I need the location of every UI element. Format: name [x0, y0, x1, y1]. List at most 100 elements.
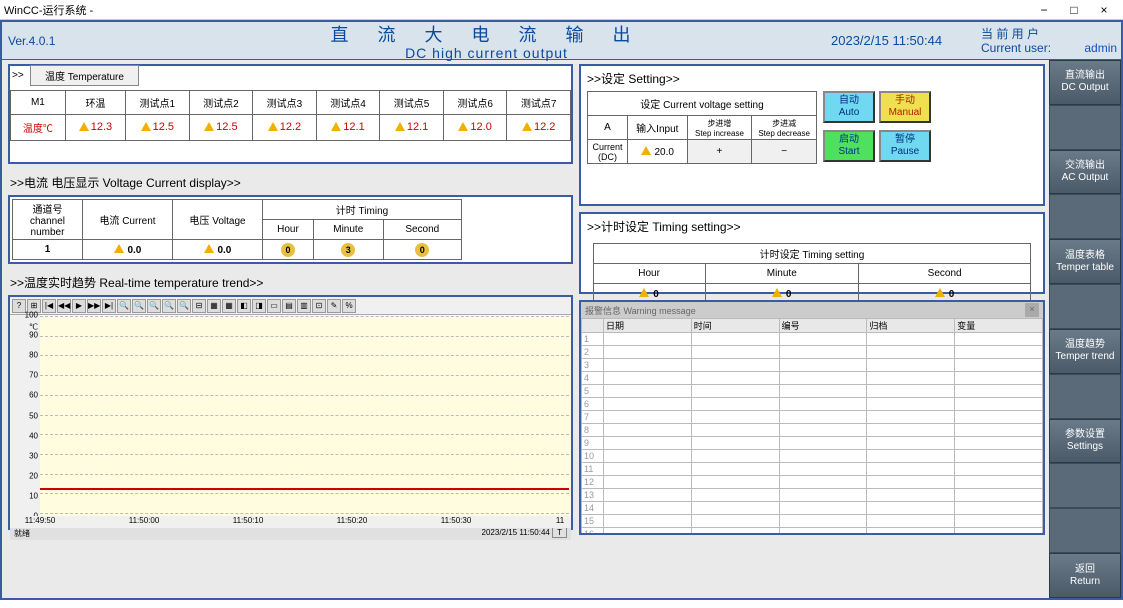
alarm-cell	[955, 411, 1043, 424]
temp-col-header: 测试点1	[126, 91, 190, 115]
minimize-button[interactable]: −	[1029, 3, 1059, 17]
alarm-cell	[867, 463, 955, 476]
username: admin	[1054, 41, 1117, 55]
toolbar-icon[interactable]: %	[342, 299, 356, 313]
table-row[interactable]: 5	[582, 385, 1043, 398]
table-row[interactable]: 15	[582, 515, 1043, 528]
page-title-en: DC high current output	[142, 45, 831, 61]
table-row[interactable]: 6	[582, 398, 1043, 411]
alarm-cell	[691, 502, 779, 515]
current-dc-value[interactable]: 20.0	[627, 140, 687, 164]
alarm-cell	[779, 411, 867, 424]
toolbar-icon[interactable]: ✎	[327, 299, 341, 313]
close-button[interactable]: ×	[1089, 3, 1119, 17]
alarm-close-icon[interactable]: ×	[1025, 303, 1039, 317]
alarm-cell	[955, 476, 1043, 489]
maximize-button[interactable]: □	[1059, 3, 1089, 17]
toolbar-icon[interactable]: ⊡	[312, 299, 326, 313]
table-row[interactable]: 7	[582, 411, 1043, 424]
nav-button-ac-output[interactable]: 交流输出AC Output	[1049, 150, 1121, 195]
alarm-cell	[867, 502, 955, 515]
temperature-tab[interactable]: 温度 Temperature	[30, 65, 139, 86]
zoom-icon[interactable]: 🔍	[147, 299, 161, 313]
alarm-cell	[779, 528, 867, 534]
nav-spacer	[1049, 374, 1121, 419]
chart-toolbar: ? ⊞ |◀ ◀◀ ▶ ▶▶ ▶| 🔍 🔍 🔍 🔍 🔍 ⊟ ▦ ▦ ◧	[10, 297, 571, 315]
alarm-table-scroll[interactable]: 日期时间编号归档变量12345678910111213141516171819	[581, 318, 1043, 533]
last-icon[interactable]: ▶|	[102, 299, 116, 313]
chart-status-left: 就绪	[14, 528, 30, 540]
nav-button-dc-output[interactable]: 直流输出DC Output	[1049, 60, 1121, 105]
ff-icon[interactable]: ▶▶	[87, 299, 101, 313]
toolbar-icon[interactable]: ▦	[207, 299, 221, 313]
table-row[interactable]: 11	[582, 463, 1043, 476]
zoom-in-icon[interactable]: 🔍	[117, 299, 131, 313]
table-row[interactable]: 2	[582, 346, 1043, 359]
toolbar-icon[interactable]: ◨	[252, 299, 266, 313]
user-box: 当 前 用 户 Current user: admin	[981, 27, 1121, 55]
alarm-cell	[691, 398, 779, 411]
alarm-cell	[955, 398, 1043, 411]
table-row[interactable]: 13	[582, 489, 1043, 502]
right-nav: 直流输出DC Output 交流输出AC Output 温度表格Temper tab…	[1049, 60, 1121, 598]
table-row[interactable]: 10	[582, 450, 1043, 463]
alarm-cell	[779, 515, 867, 528]
page-title-cn: 直 流 大 电 流 输 出	[142, 21, 831, 47]
zoom-icon[interactable]: 🔍	[162, 299, 176, 313]
timing-header: 计时 Timing	[263, 200, 462, 220]
play-icon[interactable]: ▶	[72, 299, 86, 313]
alarm-cell	[867, 411, 955, 424]
zoom-out-icon[interactable]: 🔍	[132, 299, 146, 313]
alarm-cell	[955, 502, 1043, 515]
ruler-icon[interactable]: ⊟	[192, 299, 206, 313]
alarm-cell	[955, 372, 1043, 385]
step-increase-button[interactable]: +	[687, 140, 752, 164]
table-row[interactable]: 8	[582, 424, 1043, 437]
toolbar-icon[interactable]: ▭	[267, 299, 281, 313]
toolbar-icon[interactable]: ▤	[282, 299, 296, 313]
table-row[interactable]: 3	[582, 359, 1043, 372]
toolbar-icon[interactable]: ▦	[222, 299, 236, 313]
table-row[interactable]: 14	[582, 502, 1043, 515]
nav-button-settings[interactable]: 参数设置Settings	[1049, 419, 1121, 464]
first-icon[interactable]: |◀	[42, 299, 56, 313]
table-row[interactable]: 9	[582, 437, 1043, 450]
temp-col-header: 测试点3	[253, 91, 317, 115]
table-row[interactable]: 4	[582, 372, 1043, 385]
alarm-cell	[691, 437, 779, 450]
toolbar-icon[interactable]: ◧	[237, 299, 251, 313]
table-row[interactable]: 12	[582, 476, 1043, 489]
alarm-cell	[867, 450, 955, 463]
alarm-cell	[779, 437, 867, 450]
setting-header: 设定 Current voltage setting	[588, 92, 817, 116]
temp-value-cell: 12.5	[126, 115, 190, 141]
nav-button-temper-table[interactable]: 温度表格Temper table	[1049, 239, 1121, 284]
start-button[interactable]: 启动Start	[823, 130, 875, 162]
setting-panel: >>设定 Setting>> 设定 Current voltage settin…	[579, 64, 1045, 206]
toolbar-icon[interactable]: ▥	[297, 299, 311, 313]
auto-button[interactable]: 自动Auto	[823, 91, 875, 123]
chart-plot-area[interactable]: 0102030405060708090100℃	[10, 315, 571, 516]
timing-second-value: 0	[383, 240, 461, 260]
alarm-cell	[604, 372, 692, 385]
alarm-cell	[604, 437, 692, 450]
table-row[interactable]: 16	[582, 528, 1043, 534]
temp-value-cell: 12.5	[189, 115, 253, 141]
alarm-cell	[779, 333, 867, 346]
alarm-title: 报警信息 Warning message	[585, 304, 696, 317]
pause-button[interactable]: 暂停Pause	[879, 130, 931, 162]
timing-minute-value: 3	[313, 240, 383, 260]
table-row[interactable]: 1	[582, 333, 1043, 346]
alarm-cell	[691, 515, 779, 528]
zoom-icon[interactable]: 🔍	[177, 299, 191, 313]
step-decrease-button[interactable]: −	[752, 140, 817, 164]
alarm-cell	[604, 476, 692, 489]
rewind-icon[interactable]: ◀◀	[57, 299, 71, 313]
current-value: 0.0	[83, 240, 173, 260]
nav-button-temper-trend[interactable]: 温度趋势Temper trend	[1049, 329, 1121, 374]
manual-button[interactable]: 手动Manual	[879, 91, 931, 123]
alarm-cell	[779, 398, 867, 411]
nav-spacer	[1049, 463, 1121, 508]
alarm-cell	[691, 450, 779, 463]
nav-button-return[interactable]: 返回Return	[1049, 553, 1121, 598]
